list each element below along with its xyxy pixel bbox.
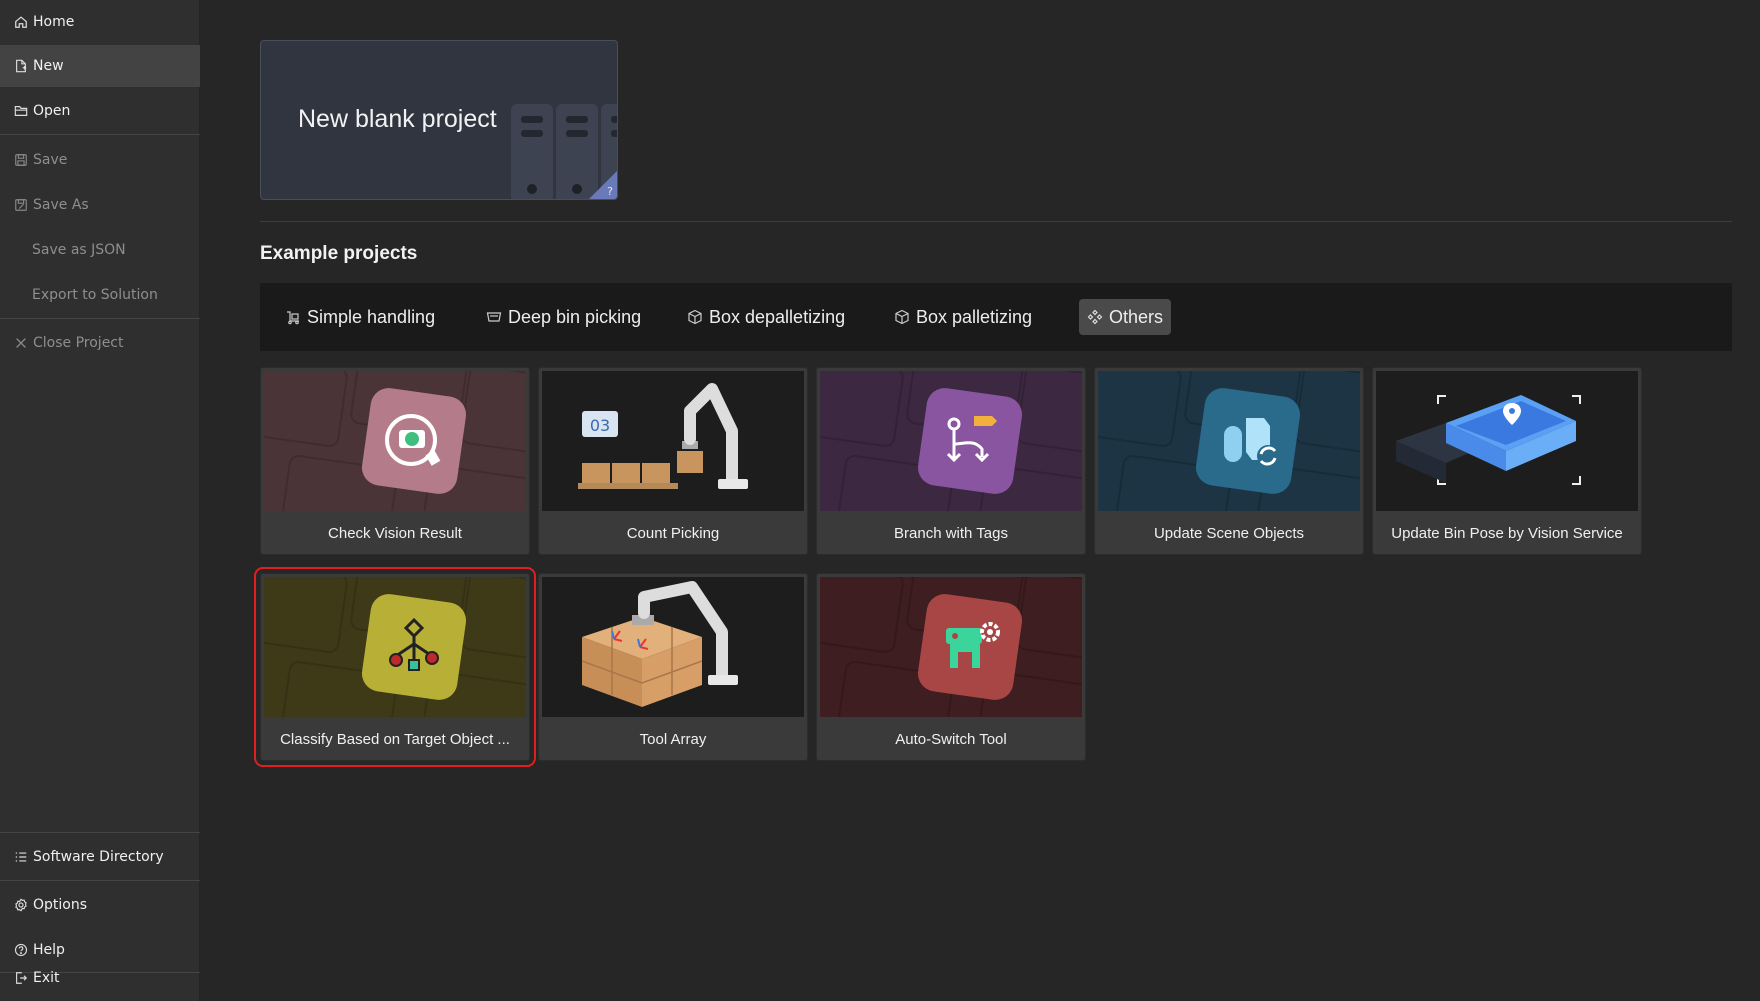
- sidebar-item-label: Close Project: [33, 335, 124, 351]
- tab-label: Others: [1109, 306, 1164, 327]
- sidebar-item-label: Help: [33, 942, 65, 958]
- tab-label: Deep bin picking: [508, 306, 642, 327]
- tab-box-depalletizing[interactable]: Box depalletizing: [679, 299, 853, 335]
- card-thumbnail: [820, 577, 1082, 717]
- tab-label: Box depalletizing: [709, 306, 846, 327]
- branch-tag-icon: [915, 385, 1025, 497]
- example-card-auto-switch-tool[interactable]: Auto-Switch Tool: [816, 573, 1086, 761]
- sidebar-item-label: Save as JSON: [32, 242, 126, 258]
- card-label: Classify Based on Target Object ...: [280, 731, 510, 748]
- sidebar: Home New Open Save Save As Save as JSON …: [0, 0, 200, 1001]
- sidebar-item-label: Open: [33, 103, 71, 119]
- bin-icon: [486, 308, 504, 326]
- example-card-count-picking[interactable]: 03 Count Picking: [538, 367, 808, 555]
- new-file-icon: [13, 58, 29, 74]
- sidebar-item-label: Save As: [33, 197, 89, 213]
- handling-icon: [285, 308, 303, 326]
- example-card-update-bin-pose[interactable]: Update Bin Pose by Vision Service: [1372, 367, 1642, 555]
- divider: [0, 832, 200, 833]
- sidebar-item-save-as[interactable]: Save As: [0, 184, 200, 226]
- sidebar-item-save-as-json[interactable]: Save as JSON: [0, 229, 200, 271]
- camera-check-icon: [359, 385, 469, 497]
- sidebar-item-software-directory[interactable]: Software Directory: [0, 836, 200, 878]
- sidebar-item-label: Save: [33, 152, 68, 168]
- save-icon: [13, 152, 29, 168]
- card-label: Branch with Tags: [894, 525, 1008, 542]
- divider: [260, 221, 1732, 222]
- cabinet-illustration: [511, 104, 553, 199]
- tab-label: Simple handling: [307, 306, 436, 327]
- sidebar-item-new[interactable]: New: [0, 45, 200, 87]
- others-icon: [1087, 308, 1105, 326]
- example-card-classify-based-on-target-object[interactable]: Classify Based on Target Object ...: [254, 567, 536, 767]
- card-thumbnail: [264, 371, 526, 511]
- tab-simple-handling[interactable]: Simple handling: [277, 299, 443, 335]
- card-thumbnail: 03: [542, 371, 804, 511]
- sidebar-item-label: Home: [33, 14, 75, 30]
- sidebar-item-save[interactable]: Save: [0, 139, 200, 181]
- exit-icon: [13, 970, 29, 986]
- close-icon: [13, 335, 29, 351]
- sidebar-item-exit[interactable]: Exit: [0, 957, 200, 999]
- tab-box-palletizing[interactable]: Box palletizing: [886, 299, 1040, 335]
- card-thumbnail: [820, 371, 1082, 511]
- scene-objects-icon: [1193, 385, 1303, 497]
- tab-others[interactable]: Others: [1079, 299, 1172, 335]
- example-card-check-vision-result[interactable]: Check Vision Result: [260, 367, 530, 555]
- example-tabs: Simple handling Deep bin picking Box dep…: [260, 283, 1732, 351]
- sidebar-item-label: Export to Solution: [32, 287, 158, 303]
- example-card-update-scene-objects[interactable]: Update Scene Objects: [1094, 367, 1364, 555]
- counter-text: 03: [590, 416, 610, 435]
- example-card-tool-array[interactable]: Tool Array: [538, 573, 808, 761]
- sidebar-item-label: Software Directory: [33, 849, 164, 865]
- divider: [0, 880, 200, 881]
- new-blank-project-title: New blank project: [298, 105, 497, 133]
- box-icon: [894, 308, 912, 326]
- box-icon: [687, 308, 705, 326]
- section-title: Example projects: [260, 243, 418, 264]
- card-thumbnail: [542, 577, 804, 717]
- main-content: New blank project ? Example projects Sim…: [200, 0, 1760, 1001]
- sidebar-item-label: Options: [33, 897, 88, 913]
- help-icon[interactable]: ?: [607, 185, 613, 198]
- card-thumbnail: [1098, 371, 1360, 511]
- tab-label: Box palletizing: [916, 306, 1033, 327]
- card-thumbnail: [264, 577, 526, 717]
- sidebar-item-options[interactable]: Options: [0, 884, 200, 926]
- tool-switch-icon: [915, 591, 1025, 703]
- sidebar-item-export-to-solution[interactable]: Export to Solution: [0, 274, 200, 316]
- card-label: Update Scene Objects: [1153, 525, 1305, 542]
- classify-flow-icon: [359, 591, 469, 703]
- sidebar-item-home[interactable]: Home: [0, 1, 200, 43]
- card-label: Check Vision Result: [328, 525, 462, 542]
- sidebar-item-label: Exit: [33, 970, 60, 986]
- new-blank-project-card[interactable]: New blank project ?: [260, 40, 618, 200]
- card-label: Update Bin Pose by Vision Service: [1391, 525, 1623, 542]
- sidebar-item-close-project[interactable]: Close Project: [0, 322, 200, 364]
- tab-deep-bin-picking[interactable]: Deep bin picking: [478, 299, 649, 335]
- divider: [0, 134, 200, 135]
- card-label: Count Picking: [626, 525, 720, 542]
- gear-icon: [13, 897, 29, 913]
- divider: [0, 318, 200, 319]
- sidebar-item-open[interactable]: Open: [0, 90, 200, 132]
- card-label: Tool Array: [639, 731, 707, 748]
- save-as-icon: [13, 197, 29, 213]
- list-icon: [13, 849, 29, 865]
- card-label: Auto-Switch Tool: [895, 731, 1007, 748]
- home-icon: [13, 14, 29, 30]
- card-thumbnail: [1376, 371, 1638, 511]
- folder-open-icon: [13, 103, 29, 119]
- example-card-branch-with-tags[interactable]: Branch with Tags: [816, 367, 1086, 555]
- sidebar-item-label: New: [33, 58, 64, 74]
- help-icon: [13, 942, 29, 958]
